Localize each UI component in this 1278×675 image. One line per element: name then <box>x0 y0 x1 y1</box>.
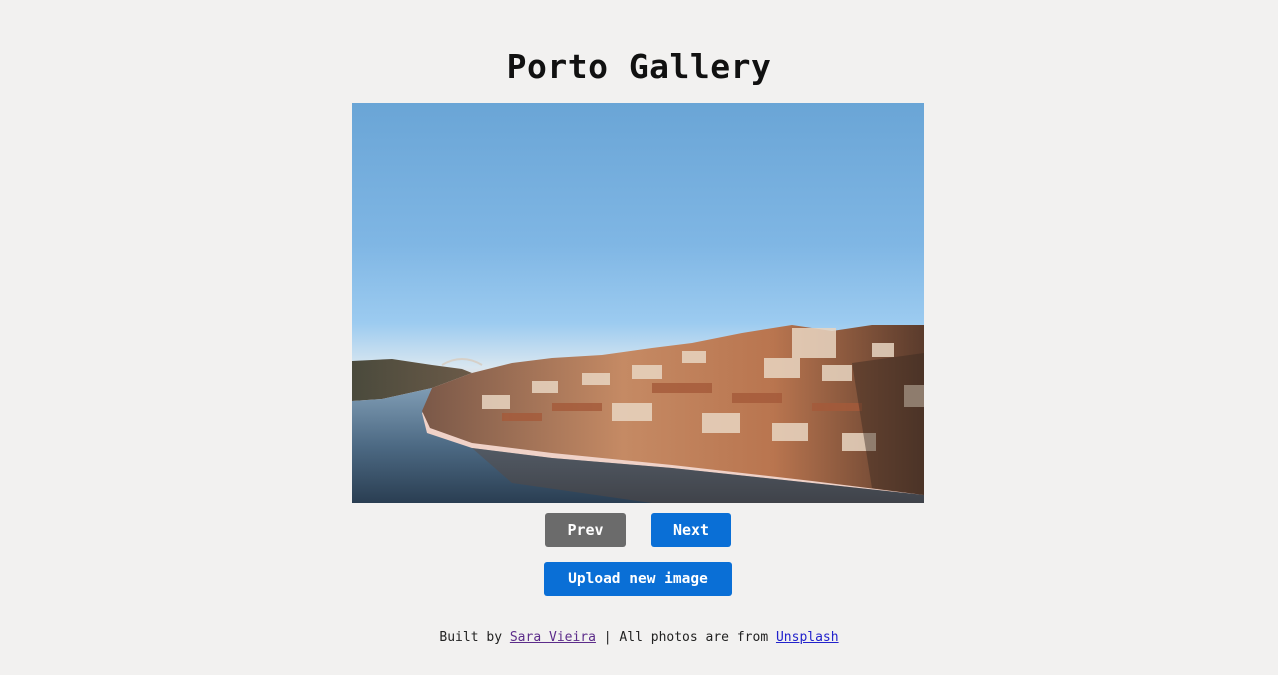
porto-photo-illustration <box>352 103 924 503</box>
footer: Built by Sara Vieira | All photos are fr… <box>0 630 1278 645</box>
footer-separator-text: | All photos are from <box>595 630 776 645</box>
page-title: Porto Gallery <box>506 47 772 86</box>
footer-built-by-text: Built by <box>439 630 510 645</box>
author-link[interactable]: Sara Vieira <box>510 630 596 645</box>
prev-button[interactable]: Prev <box>545 513 626 547</box>
next-button[interactable]: Next <box>651 513 731 547</box>
gallery-image <box>352 103 924 503</box>
upload-image-button[interactable]: Upload new image <box>544 562 732 596</box>
page: Porto Gallery Prev Next Upload new image… <box>0 0 1278 675</box>
unsplash-link[interactable]: Unsplash <box>776 630 839 645</box>
